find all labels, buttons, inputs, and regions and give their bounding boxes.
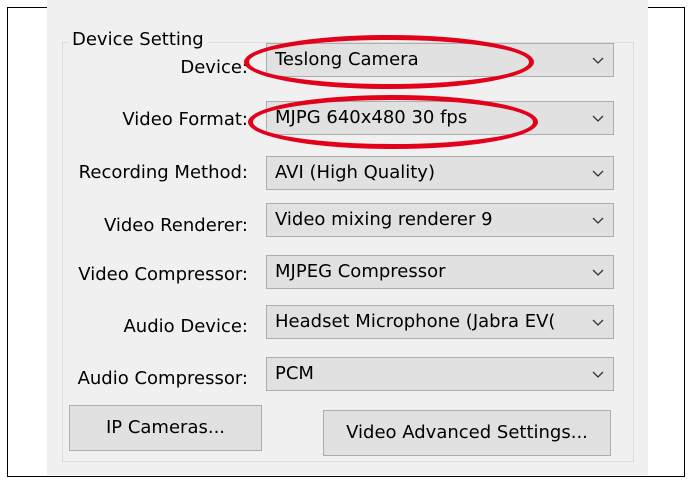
device-label: Device: <box>180 57 248 78</box>
video-renderer-select-value: Video mixing renderer 9 <box>275 209 493 230</box>
video-renderer-label: Video Renderer: <box>103 215 248 236</box>
video-compressor-select[interactable]: MJPEG Compressor <box>266 255 614 289</box>
audio-device-select-value: Headset Microphone (Jabra EV( <box>275 311 556 332</box>
audio-compressor-label: Audio Compressor: <box>77 368 248 389</box>
video-renderer-select[interactable]: Video mixing renderer 9 <box>266 203 614 237</box>
chevron-down-icon <box>592 269 604 276</box>
video-compressor-label: Video Compressor: <box>78 264 248 285</box>
device-select[interactable]: Teslong Camera <box>266 43 614 77</box>
video-format-select[interactable]: MJPG 640x480 30 fps <box>266 101 614 135</box>
chevron-down-icon <box>592 371 604 378</box>
audio-compressor-select-value: PCM <box>275 363 314 384</box>
ip-cameras-button[interactable]: IP Cameras... <box>69 405 262 451</box>
audio-compressor-select[interactable]: PCM <box>266 357 614 391</box>
video-format-label: Video Format: <box>122 109 248 130</box>
recording-method-select[interactable]: AVI (High Quality) <box>266 156 614 190</box>
chevron-down-icon <box>592 115 604 122</box>
audio-device-select[interactable]: Headset Microphone (Jabra EV( <box>266 305 614 339</box>
chevron-down-icon <box>592 217 604 224</box>
chevron-down-icon <box>592 170 604 177</box>
video-format-select-value: MJPG 640x480 30 fps <box>275 107 468 128</box>
group-title: Device Setting <box>68 26 208 54</box>
video-compressor-select-value: MJPEG Compressor <box>275 261 446 282</box>
device-select-value: Teslong Camera <box>275 49 419 70</box>
recording-method-select-value: AVI (High Quality) <box>275 162 435 183</box>
video-advanced-settings-button[interactable]: Video Advanced Settings... <box>323 410 611 456</box>
chevron-down-icon <box>592 57 604 64</box>
audio-device-label: Audio Device: <box>123 316 248 337</box>
chevron-down-icon <box>592 319 604 326</box>
recording-method-label: Recording Method: <box>78 162 248 183</box>
